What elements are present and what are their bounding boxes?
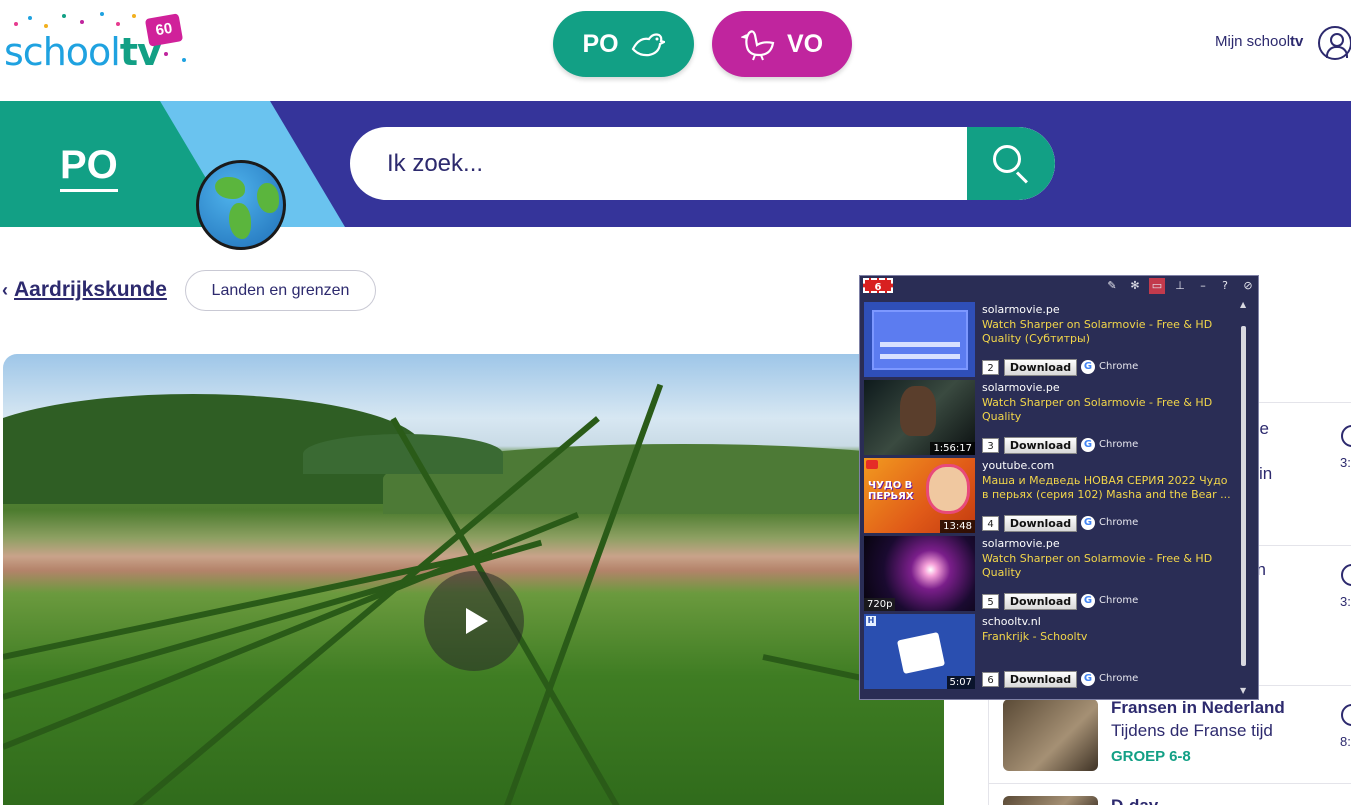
- video-domain: solarmovie.pe: [982, 303, 1060, 316]
- browser-label: Chrome: [1099, 595, 1139, 606]
- scroll-down-icon[interactable]: ▼: [1240, 686, 1246, 695]
- video-title[interactable]: Watch Sharper on Solarmovie - Free & HD …: [982, 552, 1237, 580]
- video-title[interactable]: Watch Sharper on Solarmovie - Free & HD …: [982, 318, 1237, 346]
- list-item-thumbnail[interactable]: [1003, 699, 1098, 771]
- play-button[interactable]: [424, 571, 524, 671]
- list-item-duration: 3:: [1340, 455, 1351, 470]
- browser-label: Chrome: [1099, 361, 1139, 372]
- globe-icon: [196, 160, 286, 250]
- po-label: PO: [582, 29, 619, 58]
- help-icon[interactable]: ?: [1217, 278, 1233, 294]
- banner-po-label: PO: [60, 141, 118, 192]
- browser-label: Chrome: [1099, 439, 1139, 450]
- video-index: 4: [982, 516, 999, 531]
- breadcrumb-back-link[interactable]: ‹ Aardrijkskunde: [2, 278, 167, 302]
- film-icon: H: [866, 616, 876, 626]
- video-title[interactable]: Watch Sharper on Solarmovie - Free & HD …: [982, 396, 1237, 424]
- info-icon[interactable]: [1341, 564, 1351, 586]
- video-title[interactable]: Маша и Медведь НОВАЯ СЕРИЯ 2022 Чудо в п…: [982, 474, 1237, 502]
- chrome-icon: G: [1081, 438, 1095, 452]
- video-domain: solarmovie.pe: [982, 537, 1060, 550]
- vo-button[interactable]: VO: [712, 11, 852, 77]
- po-button[interactable]: PO: [553, 11, 694, 77]
- list-item-duration: 8:: [1340, 734, 1351, 749]
- logo-wordmark: schooltv: [4, 30, 162, 74]
- search-input[interactable]: [350, 127, 967, 200]
- popup-video-item: 720p solarmovie.pe Watch Sharper on Sola…: [863, 535, 1238, 613]
- video-thumbnail[interactable]: ЧУДО В ПЕРЬЯХ 13:48: [864, 458, 975, 533]
- download-button[interactable]: Download: [1004, 671, 1077, 688]
- popup-video-item: ЧУДО В ПЕРЬЯХ 13:48 youtube.com Маша и М…: [863, 457, 1238, 535]
- download-button[interactable]: Download: [1004, 515, 1077, 532]
- broom-icon[interactable]: ✎: [1104, 278, 1120, 294]
- popup-count-badge[interactable]: 6: [863, 278, 893, 293]
- browser-label: Chrome: [1099, 517, 1139, 528]
- chrome-icon: G: [1081, 516, 1095, 530]
- bird-icon: [740, 30, 775, 61]
- bird-icon: [631, 33, 665, 57]
- popup-toolbar: 6 ✎ ✻ ▭ ⊥ – ? ⊘: [860, 276, 1258, 296]
- info-icon[interactable]: [1341, 425, 1351, 447]
- list-item-title: D-day: [1111, 796, 1158, 805]
- video-quality: 720p: [864, 598, 896, 611]
- popup-video-item: H 5:07 schooltv.nl Frankrijk - Schooltv …: [863, 613, 1238, 691]
- video-domain: solarmovie.pe: [982, 381, 1060, 394]
- list-item-subtitle: Tijdens de Franse tijd: [1111, 721, 1273, 740]
- video-thumbnail[interactable]: 1:56:17: [864, 380, 975, 455]
- mijn-schooltv-link[interactable]: Mijn schooltv: [1215, 33, 1303, 50]
- logo-badge: 60: [144, 13, 184, 47]
- video-thumbnail[interactable]: [864, 302, 975, 377]
- video-domain: youtube.com: [982, 459, 1055, 472]
- chrome-icon: G: [1081, 360, 1095, 374]
- download-button[interactable]: Download: [1004, 437, 1077, 454]
- video-duration: 13:48: [940, 520, 975, 533]
- video-title[interactable]: Frankrijk - Schooltv: [982, 630, 1237, 644]
- list-item-group: GROEP 6-8: [1111, 748, 1191, 765]
- popup-video-item: solarmovie.pe Watch Sharper on Solarmovi…: [863, 301, 1238, 379]
- video-index: 2: [982, 360, 999, 375]
- video-thumbnail[interactable]: H 5:07: [864, 614, 975, 689]
- pin-icon[interactable]: ⊥: [1172, 278, 1188, 294]
- scroll-up-icon[interactable]: ▲: [1240, 300, 1246, 309]
- search-button[interactable]: [967, 127, 1055, 200]
- vo-label: VO: [786, 29, 824, 58]
- download-button[interactable]: Download: [1004, 359, 1077, 376]
- page: schooltv 60 PO VO Mijn schooltv PO Ik zo…: [0, 0, 1351, 805]
- hide-icon[interactable]: ⊘: [1240, 278, 1256, 294]
- video-duration: 1:56:17: [930, 442, 975, 455]
- topic-tag[interactable]: Landen en grenzen: [185, 270, 376, 311]
- user-icon[interactable]: [1318, 26, 1351, 60]
- search-bar: [350, 127, 1055, 200]
- video-thumbnail[interactable]: 720p: [864, 536, 975, 611]
- video-player[interactable]: [3, 354, 944, 805]
- video-index: 5: [982, 594, 999, 609]
- browser-label: Chrome: [1099, 673, 1139, 684]
- video-domain: schooltv.nl: [982, 615, 1041, 628]
- chrome-icon: G: [1081, 672, 1095, 686]
- thumbnail-caption: ЧУДО В ПЕРЬЯХ: [868, 480, 914, 502]
- popup-video-item: 1:56:17 solarmovie.pe Watch Sharper on S…: [863, 379, 1238, 457]
- scrollbar-thumb[interactable]: [1241, 326, 1246, 666]
- popup-scrollbar[interactable]: ▲ ▼: [1238, 298, 1248, 698]
- list-item[interactable]: D-day: [989, 783, 1351, 805]
- schooltv-logo[interactable]: schooltv 60: [4, 8, 204, 78]
- info-icon[interactable]: [1341, 704, 1351, 726]
- minimize-icon[interactable]: –: [1195, 278, 1211, 294]
- video-duration: 5:07: [946, 676, 975, 689]
- chrome-icon: G: [1081, 594, 1095, 608]
- youtube-icon: [866, 460, 878, 469]
- list-item-title: Fransen in Nederland: [1111, 698, 1285, 717]
- search-icon: [993, 145, 1021, 173]
- chevron-left-icon: ‹: [2, 280, 8, 300]
- video-index: 6: [982, 672, 999, 687]
- download-button[interactable]: Download: [1004, 593, 1077, 610]
- video-downloader-popup: 6 ✎ ✻ ▭ ⊥ – ? ⊘ solarmovie.pe Watch Shar…: [859, 275, 1259, 700]
- list-item-thumbnail[interactable]: [1003, 796, 1098, 805]
- gear-icon[interactable]: ✻: [1127, 278, 1143, 294]
- list-item-duration: 3:: [1340, 594, 1351, 609]
- video-index: 3: [982, 438, 999, 453]
- clapperboard-icon: [896, 632, 946, 674]
- subtitles-icon[interactable]: ▭: [1149, 278, 1165, 294]
